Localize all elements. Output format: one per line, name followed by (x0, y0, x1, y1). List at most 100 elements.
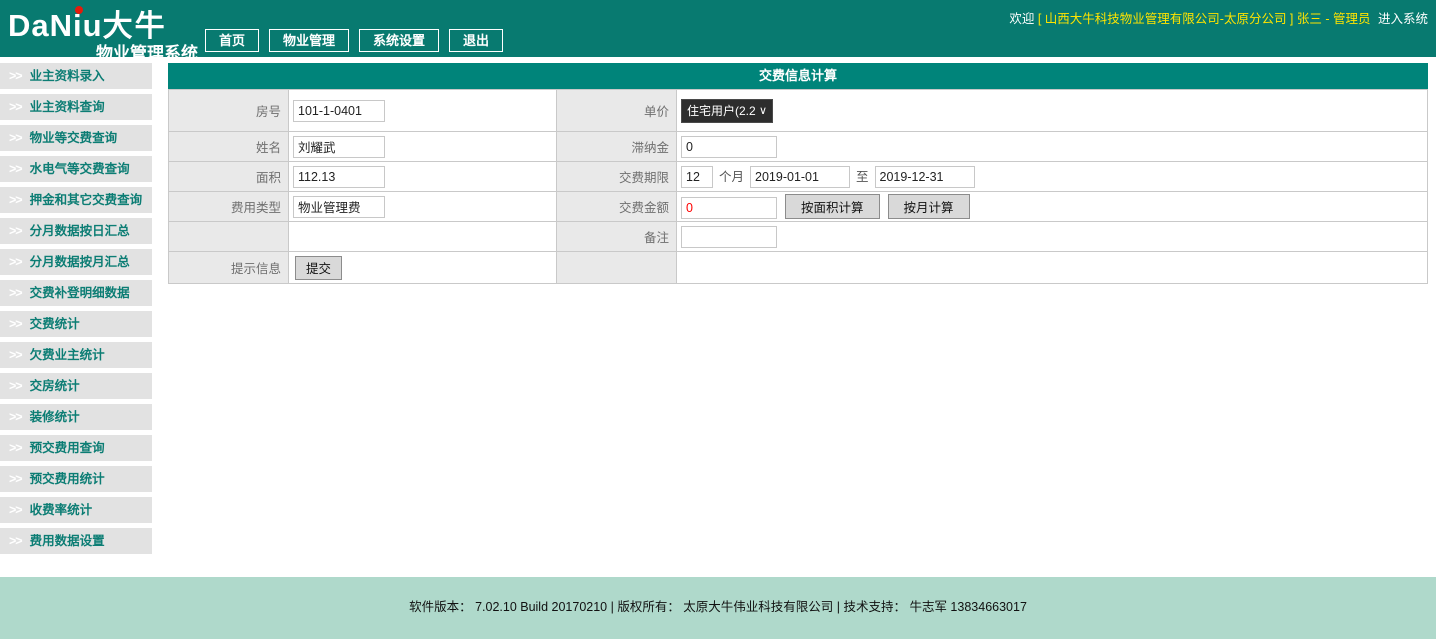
sidebar-item-label: 分月数据按月汇总 (30, 255, 130, 269)
double-chevron-icon: >> (9, 472, 22, 486)
sidebar-item-label: 交房统计 (30, 379, 80, 393)
calc-by-month-button[interactable]: 按月计算 (888, 194, 970, 219)
page: DaNiu大牛 物业管理系统 首页 物业管理 系统设置 退出 欢迎 [ 山西大牛… (0, 0, 1436, 639)
sidebar-item-label: 预交费用查询 (30, 441, 105, 455)
double-chevron-icon: >> (9, 100, 22, 114)
payment-amount-input[interactable] (681, 197, 777, 219)
double-chevron-icon: >> (9, 255, 22, 269)
double-chevron-icon: >> (9, 193, 22, 207)
owner-name-input[interactable] (293, 136, 385, 158)
brand-chinese: 大牛 (103, 10, 167, 43)
double-chevron-icon: >> (9, 286, 22, 300)
logo: DaNiu大牛 物业管理系统 (8, 1, 200, 64)
sidebar-item-label: 业主资料查询 (30, 100, 105, 114)
sidebar-item-owner-data-entry[interactable]: >> 业主资料录入 (0, 63, 152, 89)
payment-amount-label: 交费金额 (557, 192, 677, 222)
sidebar-item-label: 交费补登明细数据 (30, 286, 130, 300)
app-header: DaNiu大牛 物业管理系统 首页 物业管理 系统设置 退出 欢迎 [ 山西大牛… (0, 0, 1436, 57)
fee-type-input[interactable] (293, 196, 385, 218)
unit-price-select[interactable]: 住宅用户(2.2 ∨ (681, 99, 773, 123)
nav-property-management-button[interactable]: 物业管理 (269, 29, 349, 52)
table-row: 姓名 滞纳金 (169, 132, 1428, 162)
sidebar-item-deposit-other-fee-query[interactable]: >> 押金和其它交费查询 (0, 187, 152, 213)
sidebar-item-label: 水电气等交费查询 (30, 162, 130, 176)
nav-logout-button[interactable]: 退出 (449, 29, 503, 52)
main-nav: 首页 物业管理 系统设置 退出 (205, 29, 503, 52)
sidebar-item-label: 押金和其它交费查询 (30, 193, 143, 207)
double-chevron-icon: >> (9, 162, 22, 176)
brand-line: DaNiu大牛 (8, 1, 200, 45)
late-fee-label: 滞纳金 (557, 132, 677, 162)
to-text: 至 (856, 170, 869, 184)
sidebar-item-handover-statistics[interactable]: >> 交房统计 (0, 373, 152, 399)
fee-form-table: 房号 单价 住宅用户(2.2 ∨ 姓名 滞纳金 面积 交费期限 (168, 89, 1428, 284)
sidebar-item-renovation-statistics[interactable]: >> 装修统计 (0, 404, 152, 430)
table-row: 提示信息 提交 (169, 252, 1428, 284)
submit-button[interactable]: 提交 (295, 256, 342, 280)
double-chevron-icon: >> (9, 131, 22, 145)
unit-price-label: 单价 (557, 90, 677, 132)
double-chevron-icon: >> (9, 348, 22, 362)
unit-price-selected-value: 住宅用户(2.2 (687, 102, 756, 119)
sidebar-item-collection-rate-statistics[interactable]: >>收费率统计 (0, 497, 152, 523)
sidebar-item-fee-statistics[interactable]: >>交费统计 (0, 311, 152, 337)
chevron-down-icon: ∨ (759, 104, 767, 117)
owner-name-label: 姓名 (169, 132, 289, 162)
area-input[interactable] (293, 166, 385, 188)
double-chevron-icon: >> (9, 69, 22, 83)
sidebar-item-label: 装修统计 (30, 410, 80, 424)
calc-by-area-button[interactable]: 按面积计算 (785, 194, 880, 219)
sidebar-item-arrears-owner-statistics[interactable]: >>欠费业主统计 (0, 342, 152, 368)
sidebar-item-prepaid-fee-statistics[interactable]: >> 预交费用统计 (0, 466, 152, 492)
fee-type-label: 费用类型 (169, 192, 289, 222)
brand-latin: DaNiu (8, 8, 103, 43)
sidebar-item-monthly-data-by-day[interactable]: >>分月数据按日汇总 (0, 218, 152, 244)
double-chevron-icon: >> (9, 503, 22, 517)
room-number-input[interactable] (293, 100, 385, 122)
sidebar-item-label: 业主资料录入 (30, 69, 105, 83)
footer-text: 软件版本： 7.02.10 Build 20170210 | 版权所有： 太原大… (0, 577, 1436, 615)
room-number-label: 房号 (169, 90, 289, 132)
sidebar-item-monthly-data-by-month[interactable]: >> 分月数据按月汇总 (0, 249, 152, 275)
nav-home-button[interactable]: 首页 (205, 29, 259, 52)
double-chevron-icon: >> (9, 441, 22, 455)
welcome-text: 欢迎 (1009, 12, 1034, 26)
payment-period-label: 交费期限 (557, 162, 677, 192)
start-date-input[interactable] (750, 166, 850, 188)
current-user: 张三 - 管理员 (1297, 12, 1371, 26)
table-row: 费用类型 交费金额 按面积计算按月计算 (169, 192, 1428, 222)
remark-input[interactable] (681, 226, 777, 248)
double-chevron-icon: >> (9, 317, 22, 331)
form-title: 交费信息计算 (168, 63, 1428, 89)
tip-message-label: 提示信息 (169, 252, 289, 284)
sidebar-item-property-fee-query[interactable]: >> 物业等交费查询 (0, 125, 152, 151)
sidebar-item-label: 预交费用统计 (30, 472, 105, 486)
sidebar-item-fee-data-settings[interactable]: >> 费用数据设置 (0, 528, 152, 554)
double-chevron-icon: >> (9, 534, 22, 548)
sidebar-menu: >> 业主资料录入 >> 业主资料查询 >> 物业等交费查询 >> 水电气等交费查询 >… (0, 63, 152, 559)
late-fee-input[interactable] (681, 136, 777, 158)
sidebar-item-label: 分月数据按日汇总 (30, 224, 130, 238)
remark-label: 备注 (557, 222, 677, 252)
end-date-input[interactable] (875, 166, 975, 188)
nav-system-settings-button[interactable]: 系统设置 (359, 29, 439, 52)
empty-label-cell (169, 222, 289, 252)
double-chevron-icon: >> (9, 379, 22, 393)
sidebar-item-label: 费用数据设置 (30, 534, 105, 548)
double-chevron-icon: >> (9, 410, 22, 424)
sidebar-item-label: 物业等交费查询 (30, 131, 118, 145)
page-footer: 软件版本： 7.02.10 Build 20170210 | 版权所有： 太原大… (0, 577, 1436, 639)
empty-value-cell (677, 252, 1428, 284)
sidebar-item-prepaid-fee-query[interactable]: >> 预交费用查询 (0, 435, 152, 461)
sidebar-item-fee-supplement-detail[interactable]: >> 交费补登明细数据 (0, 280, 152, 306)
main-content: 交费信息计算 房号 单价 住宅用户(2.2 ∨ 姓名 滞纳金 (168, 63, 1428, 284)
empty-label-cell (557, 252, 677, 284)
table-row: 面积 交费期限 个月至 (169, 162, 1428, 192)
sidebar-item-utilities-fee-query[interactable]: >> 水电气等交费查询 (0, 156, 152, 182)
sidebar-item-owner-data-query[interactable]: >> 业主资料查询 (0, 94, 152, 120)
months-unit-text: 个月 (719, 170, 744, 184)
company-name: [ 山西大牛科技物业管理有限公司-太原分公司 ] (1038, 12, 1294, 26)
months-input[interactable] (681, 166, 713, 188)
empty-value-cell (289, 222, 557, 252)
enter-system-link[interactable]: 进入系统 (1378, 12, 1428, 26)
